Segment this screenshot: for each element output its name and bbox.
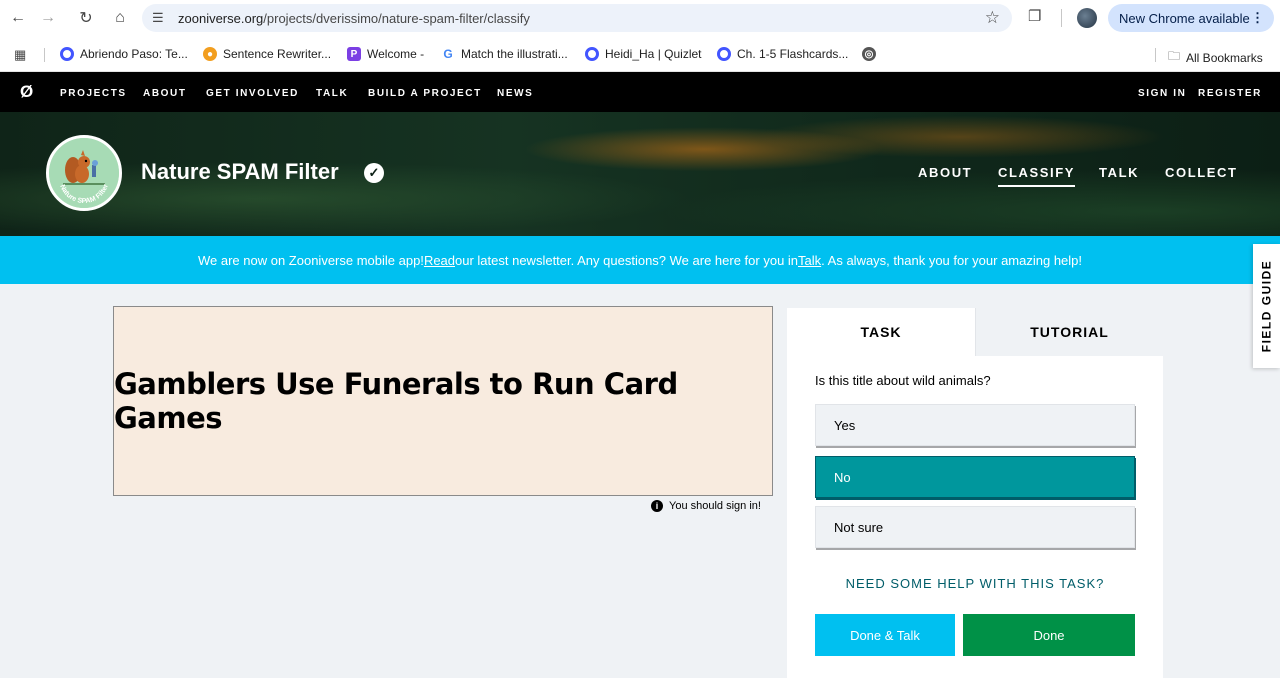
bookmark-item[interactable]: ● Sentence Rewriter...: [203, 47, 331, 61]
squirrel-logo-icon: Nature SPAM Filter: [49, 138, 119, 208]
extensions-icon[interactable]: ❐: [1028, 7, 1041, 25]
field-guide-label: FIELD GUIDE: [1259, 259, 1274, 353]
profile-avatar[interactable]: [1077, 8, 1097, 28]
bookmark-item[interactable]: P Welcome -: [347, 47, 424, 61]
bookmarks-divider: [44, 48, 45, 62]
announcement-text: . As always, thank you for your amazing …: [821, 252, 1083, 268]
project-title[interactable]: Nature SPAM Filter: [141, 159, 339, 185]
task-help-link[interactable]: NEED SOME HELP WITH THIS TASK?: [787, 576, 1163, 591]
bookmark-label: Heidi_Ha | Quizlet: [605, 47, 702, 61]
announcement-text: our latest newsletter. Any questions? We…: [455, 252, 799, 268]
bookmark-item[interactable]: Heidi_Ha | Quizlet: [585, 47, 702, 61]
done-and-talk-button[interactable]: Done & Talk: [815, 614, 955, 656]
talk-link[interactable]: Talk: [798, 253, 821, 268]
bookmark-item[interactable]: ◎: [862, 47, 882, 61]
all-bookmarks-label: All Bookmarks: [1186, 50, 1263, 65]
answer-yes[interactable]: Yes: [815, 404, 1135, 446]
answer-no[interactable]: No: [815, 456, 1135, 498]
update-label: New Chrome available: [1119, 10, 1250, 26]
field-guide-tab[interactable]: FIELD GUIDE: [1253, 244, 1280, 368]
url-text: zooniverse.org/projects/dverissimo/natur…: [178, 11, 530, 26]
project-nav-collect[interactable]: COLLECT: [1165, 165, 1238, 180]
bookmark-star-icon[interactable]: ☆: [985, 8, 1000, 28]
answer-label: No: [834, 469, 851, 485]
sign-in-note-text: You should sign in!: [669, 500, 761, 512]
welcome-icon: P: [347, 47, 361, 61]
nav-projects[interactable]: PROJECTS: [60, 88, 127, 99]
announcement-banner: We are now on Zooniverse mobile app! Rea…: [0, 236, 1280, 284]
site-settings-icon[interactable]: ☰: [152, 10, 172, 26]
bookmark-label: Ch. 1-5 Flashcards...: [737, 47, 849, 61]
zooniverse-logo-icon[interactable]: Ø: [20, 82, 33, 102]
apps-grid-icon[interactable]: ▦: [14, 47, 26, 63]
nav-talk[interactable]: TALK: [316, 88, 348, 99]
sign-in-note[interactable]: i You should sign in!: [651, 500, 761, 512]
forward-arrow-icon[interactable]: →: [36, 6, 60, 30]
all-bookmarks-button[interactable]: 🗀 All Bookmarks: [1168, 47, 1263, 68]
reload-icon[interactable]: ↻: [74, 6, 98, 30]
done-button[interactable]: Done: [963, 614, 1135, 656]
bookmark-label: Match the illustrati...: [461, 47, 568, 61]
home-icon[interactable]: ⌂: [108, 6, 132, 30]
bookmarks-bar: ▦ Abriendo Paso: Te... ● Sentence Rewrite…: [0, 36, 1280, 72]
tab-tutorial[interactable]: TUTORIAL: [975, 308, 1163, 356]
url-path: /projects/dverissimo/nature-spam-filter/…: [263, 10, 530, 26]
answer-label: Yes: [834, 417, 856, 433]
quizlet-icon: [585, 47, 599, 61]
folder-icon: 🗀: [1168, 49, 1181, 63]
nav-news[interactable]: NEWS: [497, 88, 533, 99]
announcement-text: We are now on Zooniverse mobile app!: [197, 252, 424, 268]
verified-badge-icon: ✓: [364, 163, 384, 183]
quizlet-icon: [717, 47, 731, 61]
url-host: zooniverse.org: [178, 10, 264, 26]
bookmark-item[interactable]: Abriendo Paso: Te...: [60, 47, 188, 61]
task-panel: TASK TUTORIAL Is this title about wild a…: [787, 308, 1163, 678]
subject-viewer: Gamblers Use Funerals to Run Card Games: [113, 306, 773, 496]
project-avatar[interactable]: Nature SPAM Filter: [46, 135, 122, 211]
toolbar-divider: [1061, 9, 1062, 27]
info-icon: i: [651, 500, 663, 512]
register-link[interactable]: REGISTER: [1198, 88, 1262, 99]
bookmarks-divider: [1155, 48, 1156, 62]
tab-task[interactable]: TASK: [787, 308, 975, 356]
more-menu-icon[interactable]: ⋮: [1251, 10, 1264, 26]
chrome-update-button[interactable]: New Chrome available ⋮: [1108, 4, 1274, 32]
bookmark-label: Welcome -: [367, 47, 425, 61]
bookmark-label: Abriendo Paso: Te...: [80, 47, 188, 61]
answer-label: Not sure: [834, 519, 884, 535]
quizlet-icon: [60, 47, 74, 61]
newsletter-link[interactable]: Read: [424, 253, 455, 268]
address-bar[interactable]: ☰ zooniverse.org/projects/dverissimo/nat…: [142, 4, 1012, 32]
bookmark-item[interactable]: G Match the illustrati...: [441, 47, 568, 61]
subject-text: Gamblers Use Funerals to Run Card Games: [114, 367, 678, 435]
back-arrow-icon[interactable]: ←: [6, 6, 30, 30]
nav-get-involved[interactable]: GET INVOLVED: [206, 88, 299, 99]
nav-build-a-project[interactable]: BUILD A PROJECT: [368, 88, 482, 99]
browser-toolbar: ← → ↻ ⌂ ☰ zooniverse.org/projects/dveris…: [0, 0, 1280, 36]
google-icon: G: [441, 47, 455, 61]
project-header: Nature SPAM Filter Nature SPAM Filter ✓ …: [0, 112, 1280, 236]
task-question: Is this title about wild animals?: [815, 373, 991, 388]
zooniverse-top-nav: Ø PROJECTS ABOUT GET INVOLVED TALK BUILD…: [0, 72, 1280, 112]
project-nav-talk[interactable]: TALK: [1099, 165, 1139, 180]
project-nav-classify[interactable]: CLASSIFY: [998, 165, 1076, 187]
answer-not-sure[interactable]: Not sure: [815, 506, 1135, 548]
rewriter-icon: ●: [203, 47, 217, 61]
sign-in-link[interactable]: SIGN IN: [1138, 88, 1186, 99]
bookmark-item[interactable]: Ch. 1-5 Flashcards...: [717, 47, 848, 61]
bookmark-label: Sentence Rewriter...: [223, 47, 332, 61]
nav-about[interactable]: ABOUT: [143, 88, 187, 99]
project-nav-about[interactable]: ABOUT: [918, 165, 972, 180]
globe-icon: ◎: [862, 47, 876, 61]
